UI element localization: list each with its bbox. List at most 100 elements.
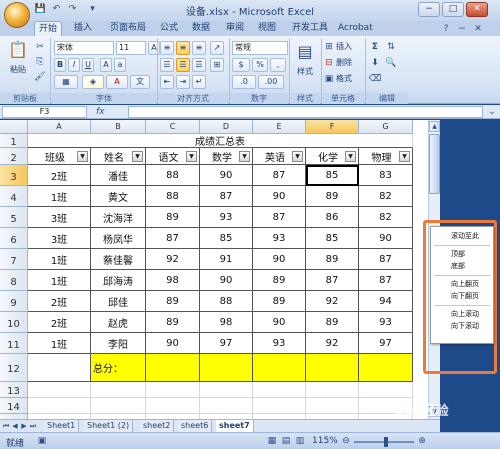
- align-center-button[interactable]: ☰: [176, 58, 190, 72]
- expand-formula-icon[interactable]: ⌄: [486, 105, 498, 119]
- last-sheet-icon[interactable]: ⏭: [29, 419, 37, 433]
- menu-item-bottom[interactable]: 底部: [431, 261, 493, 272]
- page-layout-view-icon[interactable]: ▤: [280, 434, 292, 448]
- empty-cell[interactable]: [253, 398, 306, 414]
- row-header-8[interactable]: 8: [0, 270, 28, 291]
- data-cell[interactable]: 89: [146, 291, 200, 312]
- formula-input[interactable]: [128, 106, 483, 118]
- filter-dropdown-icon[interactable]: ▼: [399, 150, 410, 162]
- data-cell[interactable]: 90: [253, 186, 306, 207]
- column-header-g[interactable]: G: [359, 120, 413, 134]
- data-cell[interactable]: 89: [306, 312, 359, 333]
- styles-icon[interactable]: ▤: [294, 42, 316, 64]
- data-cell[interactable]: 90: [359, 228, 413, 249]
- empty-cell[interactable]: [146, 382, 200, 398]
- border-icon[interactable]: ▦: [54, 75, 78, 89]
- data-cell[interactable]: 李阳: [91, 333, 146, 354]
- empty-cell[interactable]: [306, 382, 359, 398]
- align-left-button[interactable]: ☰: [160, 58, 174, 72]
- sheet-tab-sheet2[interactable]: sheet2: [140, 420, 175, 432]
- data-cell[interactable]: 杨凤华: [91, 228, 146, 249]
- empty-cell[interactable]: [253, 382, 306, 398]
- data-cell[interactable]: 91: [200, 249, 253, 270]
- column-header-b[interactable]: B: [91, 120, 146, 134]
- fill-color-icon[interactable]: ◈: [82, 75, 104, 89]
- data-cell[interactable]: 93: [253, 228, 306, 249]
- data-cell[interactable]: 97: [200, 333, 253, 354]
- data-cell[interactable]: 82: [359, 207, 413, 228]
- increase-decimal-button[interactable]: .0: [232, 75, 256, 89]
- row-header-2[interactable]: 2: [0, 148, 28, 165]
- tab-acrobat[interactable]: Acrobat: [334, 21, 377, 36]
- data-cell[interactable]: 83: [359, 165, 413, 186]
- data-cell[interactable]: 1班: [28, 270, 91, 291]
- total-value-cell[interactable]: [306, 354, 359, 382]
- align-top-button[interactable]: ≡: [160, 41, 174, 55]
- ribbon-close-icon[interactable]: ✕: [472, 22, 484, 36]
- copy-icon[interactable]: ⎘: [34, 55, 46, 69]
- insert-button[interactable]: 插入: [336, 41, 352, 52]
- orientation-button[interactable]: ↗: [210, 41, 224, 55]
- increase-indent-button[interactable]: ⇥: [176, 75, 190, 89]
- column-header-e[interactable]: E: [253, 120, 306, 134]
- zoom-out-icon[interactable]: ⊖: [340, 434, 352, 448]
- data-cell[interactable]: 82: [359, 186, 413, 207]
- empty-cell[interactable]: [91, 398, 146, 414]
- header-cell[interactable]: 班级 ▼: [28, 148, 91, 165]
- data-cell[interactable]: 89: [253, 270, 306, 291]
- empty-cell[interactable]: [359, 382, 413, 398]
- name-box[interactable]: F3: [2, 106, 87, 118]
- data-cell[interactable]: 88: [146, 186, 200, 207]
- data-cell[interactable]: 2班: [28, 312, 91, 333]
- data-cell[interactable]: 87: [359, 249, 413, 270]
- fill-icon[interactable]: ⬇: [368, 56, 382, 70]
- data-cell[interactable]: 93: [253, 333, 306, 354]
- scroll-thumb[interactable]: [429, 134, 440, 194]
- data-cell[interactable]: 89: [306, 186, 359, 207]
- empty-cell[interactable]: [146, 398, 200, 414]
- font-size-combo[interactable]: 11: [116, 41, 146, 55]
- total-row-a-cell[interactable]: [28, 354, 91, 382]
- insert-icon[interactable]: ⊞: [324, 40, 334, 54]
- menu-item-scroll-here[interactable]: 滚动至此: [431, 231, 493, 242]
- empty-cell[interactable]: [28, 382, 91, 398]
- align-bottom-button[interactable]: ≡: [192, 41, 206, 55]
- empty-cell[interactable]: [28, 398, 91, 414]
- scroll-up-icon[interactable]: ▲: [429, 121, 440, 132]
- header-cell[interactable]: 物理 ▼: [359, 148, 413, 165]
- data-cell[interactable]: 90: [146, 333, 200, 354]
- data-cell[interactable]: 87: [200, 186, 253, 207]
- row-header-3[interactable]: 3: [0, 165, 28, 186]
- data-cell[interactable]: 蔡佳馨: [91, 249, 146, 270]
- menu-item-scroll-down[interactable]: 向下滚动: [431, 321, 493, 332]
- italic-button[interactable]: I: [68, 58, 80, 72]
- data-cell[interactable]: 89: [146, 312, 200, 333]
- data-cell[interactable]: 93: [359, 312, 413, 333]
- data-cell[interactable]: 邱海涛: [91, 270, 146, 291]
- sort-filter-icon[interactable]: ⇅: [384, 40, 398, 54]
- find-select-icon[interactable]: 🔍: [384, 56, 398, 70]
- data-cell[interactable]: 90: [253, 312, 306, 333]
- empty-cell[interactable]: [91, 382, 146, 398]
- data-cell[interactable]: 86: [306, 207, 359, 228]
- data-cell[interactable]: 85: [306, 165, 359, 186]
- underline-button[interactable]: U: [82, 58, 94, 72]
- empty-cell[interactable]: [200, 398, 253, 414]
- row-header-14[interactable]: 14: [0, 398, 28, 414]
- row-header-11[interactable]: 11: [0, 333, 28, 354]
- zoom-level[interactable]: 115%: [312, 436, 338, 446]
- zoom-slider-handle[interactable]: [384, 437, 388, 447]
- data-cell[interactable]: 90: [200, 270, 253, 291]
- data-cell[interactable]: 88: [146, 165, 200, 186]
- sheet-tab-sheet1[interactable]: Sheet1: [44, 420, 80, 432]
- data-cell[interactable]: 92: [146, 249, 200, 270]
- menu-item-page-down[interactable]: 向下翻页: [431, 291, 493, 302]
- grow-font-icon[interactable]: A: [148, 41, 160, 55]
- row-header-13[interactable]: 13: [0, 382, 28, 398]
- font-name-combo[interactable]: 宋体: [54, 41, 114, 55]
- empty-cell[interactable]: [306, 398, 359, 414]
- zoom-in-icon[interactable]: ⊕: [416, 434, 428, 448]
- font-color-icon[interactable]: A: [106, 75, 128, 89]
- worksheet-grid[interactable]: ABCDEFG123456789101112131415成绩汇总表班级▼姓名▼语…: [0, 120, 428, 419]
- select-all-corner[interactable]: [0, 120, 28, 134]
